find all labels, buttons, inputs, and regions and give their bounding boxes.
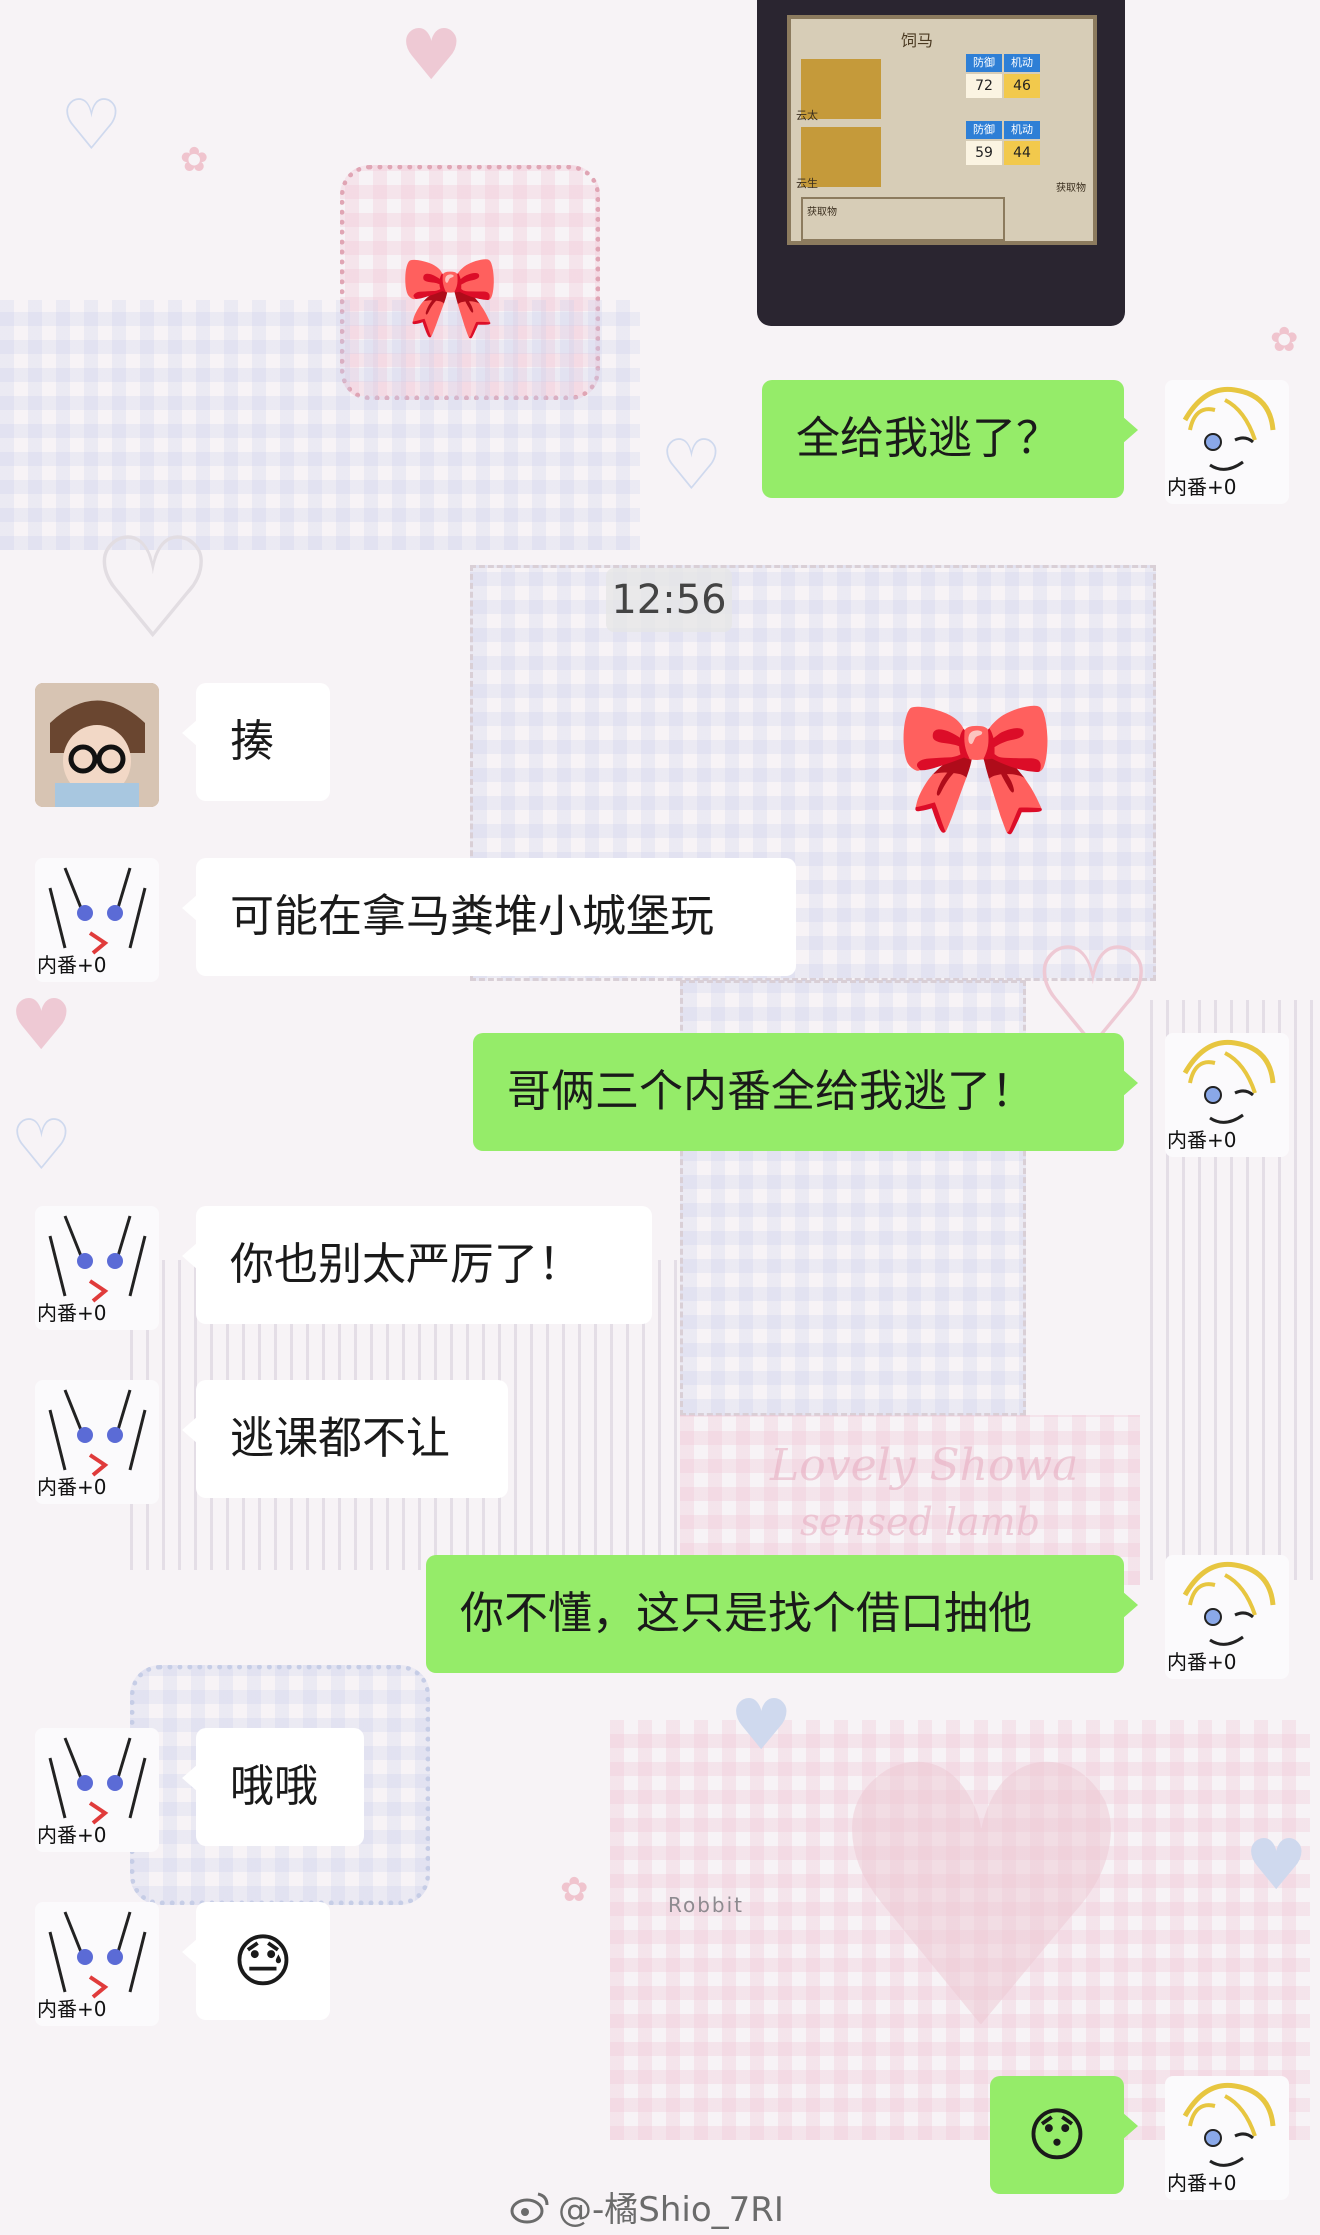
reward-label: 获取物 — [1056, 183, 1086, 194]
heart-icon: ♡ — [10, 1104, 73, 1186]
message-bubble-received-emoji[interactable]: 😓 — [182, 1902, 330, 2020]
avatar-friend-photo[interactable] — [35, 683, 159, 807]
reward-label: 获取物 — [807, 207, 837, 218]
stat-label: 机动 — [1004, 54, 1040, 72]
background-text: Robbit — [668, 1893, 745, 1917]
heart-icon: ♡ — [90, 508, 216, 671]
bow-icon: 🎀 — [400, 250, 500, 343]
heart-icon: ♥ — [10, 984, 73, 1066]
message-bubble-received[interactable]: 哦哦 — [182, 1728, 364, 1846]
heart-icon: ♥ — [400, 14, 463, 96]
avatar-self[interactable]: 内番+0 — [1165, 2076, 1289, 2200]
background-text: sensed lamb — [800, 1500, 1041, 1544]
flower-icon: ✿ — [180, 140, 209, 180]
image-message-game-screenshot[interactable]: 饲马 云太 云生 防御 机动 72 46 防御 机动 59 44 获取物 获取物 — [757, 0, 1125, 326]
avatar-self[interactable]: 内番+0 — [1165, 380, 1289, 504]
avatar-friend[interactable]: 内番+0 — [35, 858, 159, 982]
heart-icon: ♡ — [60, 84, 123, 166]
avatar-photo-icon — [35, 683, 159, 807]
reward-box: 获取物 — [801, 197, 1005, 241]
avatar-caption: 内番+0 — [37, 1301, 107, 1325]
message-bubble-sent[interactable]: 你不懂，这只是找个借口抽他 — [426, 1555, 1138, 1673]
game-panel: 饲马 云太 云生 防御 机动 72 46 防御 机动 59 44 获取物 获取物 — [787, 15, 1097, 245]
message-bubble-received[interactable]: 揍 — [182, 683, 330, 801]
stat-value: 46 — [1004, 74, 1040, 98]
background-text: Lovely Showa — [770, 1440, 1079, 1491]
heart-icon: ♡ — [660, 424, 723, 506]
avatar-caption: 内番+0 — [1167, 2171, 1237, 2195]
bow-icon: 🎀 — [895, 690, 1057, 842]
stat-value: 44 — [1004, 141, 1040, 165]
avatar-self[interactable]: 内番+0 — [1165, 1555, 1289, 1679]
heart-icon: ♥ — [730, 1684, 793, 1766]
avatar-caption: 内番+0 — [1167, 475, 1237, 499]
weibo-logo-icon — [510, 2192, 549, 2223]
message-bubble-sent-emoji[interactable]: 😯 — [990, 2076, 1138, 2194]
avatar-self[interactable]: 内番+0 — [1165, 1033, 1289, 1157]
avatar-friend[interactable]: 内番+0 — [35, 1728, 159, 1852]
stat-label: 防御 — [966, 54, 1002, 72]
message-bubble-sent[interactable]: 哥俩三个内番全给我逃了！ — [473, 1033, 1138, 1151]
avatar-friend[interactable]: 内番+0 — [35, 1380, 159, 1504]
heart-icon: ♥ — [1245, 1824, 1308, 1906]
character-name: 云生 — [796, 177, 818, 190]
stat-value: 72 — [966, 74, 1002, 98]
stat-label: 机动 — [1004, 121, 1040, 139]
avatar-friend[interactable]: 内番+0 — [35, 1902, 159, 2026]
watermark-text: @-橘Shio_7RI — [558, 2190, 784, 2230]
timestamp: 12:56 — [606, 568, 732, 632]
flower-icon: ✿ — [560, 1870, 589, 1910]
stat-label: 防御 — [966, 121, 1002, 139]
avatar-friend[interactable]: 内番+0 — [35, 1206, 159, 1330]
avatar-caption: 内番+0 — [37, 953, 107, 977]
message-bubble-received[interactable]: 你也别太严厉了！ — [182, 1206, 652, 1324]
message-bubble-received[interactable]: 可能在拿马粪堆小城堡玩 — [182, 858, 796, 976]
avatar-caption: 内番+0 — [37, 1475, 107, 1499]
message-bubble-sent[interactable]: 全给我逃了？ — [762, 380, 1138, 498]
avatar-caption: 内番+0 — [37, 1997, 107, 2021]
game-panel-title: 饲马 — [901, 31, 934, 50]
watermark: @-橘Shio_7RI — [510, 2182, 784, 2231]
avatar-caption: 内番+0 — [1167, 1650, 1237, 1674]
avatar-caption: 内番+0 — [1167, 1128, 1237, 1152]
message-bubble-received[interactable]: 逃课都不让 — [182, 1380, 508, 1498]
flower-icon: ✿ — [1270, 320, 1299, 360]
heart-icon: ♥ — [820, 1690, 1143, 2109]
stat-value: 59 — [966, 141, 1002, 165]
avatar-caption: 内番+0 — [37, 1823, 107, 1847]
character-name: 云太 — [796, 109, 818, 122]
